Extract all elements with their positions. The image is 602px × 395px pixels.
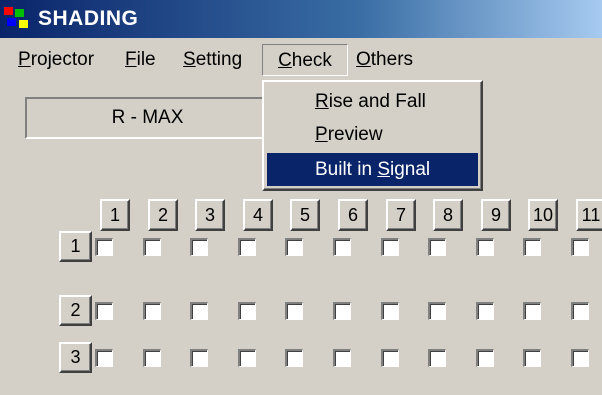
mode-indicator: R - MAX (25, 97, 270, 139)
cell-checkbox[interactable] (238, 238, 256, 256)
cell-checkbox[interactable] (428, 302, 446, 320)
menu-bar: Projector File Setting Check Others (0, 44, 602, 76)
cell-checkbox[interactable] (523, 238, 541, 256)
column-button-10[interactable]: 10 (528, 199, 558, 231)
cell-checkbox[interactable] (143, 238, 161, 256)
menu-check[interactable]: Check (262, 44, 348, 76)
menu-setting[interactable]: Setting (183, 44, 242, 76)
cell-checkbox[interactable] (190, 302, 208, 320)
menu-item-built-in-signal[interactable]: Built in Signal (267, 153, 478, 186)
cell-checkbox[interactable] (571, 302, 589, 320)
row-button-1[interactable]: 1 (59, 231, 92, 262)
cell-checkbox[interactable] (381, 349, 399, 367)
column-button-8[interactable]: 8 (433, 199, 463, 231)
cell-checkbox[interactable] (238, 302, 256, 320)
cell-checkbox[interactable] (571, 238, 589, 256)
cell-checkbox[interactable] (381, 302, 399, 320)
cell-checkbox[interactable] (476, 238, 494, 256)
check-menu-dropdown: Rise and Fall Preview Built in Signal (262, 80, 483, 191)
column-button-3[interactable]: 3 (195, 199, 225, 231)
column-button-7[interactable]: 7 (386, 199, 416, 231)
title-bar[interactable]: SHADING (0, 0, 602, 38)
cell-checkbox[interactable] (238, 349, 256, 367)
cell-checkbox[interactable] (95, 302, 113, 320)
cell-checkbox[interactable] (476, 349, 494, 367)
column-button-4[interactable]: 4 (243, 199, 273, 231)
column-button-6[interactable]: 6 (338, 199, 368, 231)
column-button-11[interactable]: 11 (576, 199, 602, 231)
column-button-2[interactable]: 2 (148, 199, 178, 231)
cell-checkbox[interactable] (95, 349, 113, 367)
column-button-5[interactable]: 5 (290, 199, 320, 231)
menu-projector[interactable]: Projector (18, 44, 94, 76)
cell-checkbox[interactable] (190, 238, 208, 256)
cell-checkbox[interactable] (285, 349, 303, 367)
column-button-1[interactable]: 1 (100, 199, 130, 231)
cell-checkbox[interactable] (95, 238, 113, 256)
cell-checkbox[interactable] (143, 349, 161, 367)
menu-others[interactable]: Others (356, 44, 413, 76)
cell-checkbox[interactable] (523, 302, 541, 320)
cell-checkbox[interactable] (428, 238, 446, 256)
cell-checkbox[interactable] (523, 349, 541, 367)
cell-checkbox[interactable] (285, 302, 303, 320)
row-button-2[interactable]: 2 (59, 295, 92, 326)
cell-checkbox[interactable] (476, 302, 494, 320)
cell-checkbox[interactable] (190, 349, 208, 367)
menu-item-rise-and-fall[interactable]: Rise and Fall (267, 85, 478, 118)
app-icon (4, 7, 28, 28)
shading-window: SHADING Projector File Setting Check Others … (0, 0, 602, 395)
menu-file[interactable]: File (125, 44, 156, 76)
row-button-3[interactable]: 3 (59, 342, 92, 373)
cell-checkbox[interactable] (428, 349, 446, 367)
cell-checkbox[interactable] (333, 238, 351, 256)
column-button-9[interactable]: 9 (481, 199, 511, 231)
cell-checkbox[interactable] (381, 238, 399, 256)
cell-checkbox[interactable] (571, 349, 589, 367)
window-title: SHADING (38, 7, 139, 30)
menu-item-preview[interactable]: Preview (267, 118, 478, 151)
cell-checkbox[interactable] (285, 238, 303, 256)
cell-checkbox[interactable] (333, 349, 351, 367)
cell-checkbox[interactable] (333, 302, 351, 320)
cell-checkbox[interactable] (143, 302, 161, 320)
